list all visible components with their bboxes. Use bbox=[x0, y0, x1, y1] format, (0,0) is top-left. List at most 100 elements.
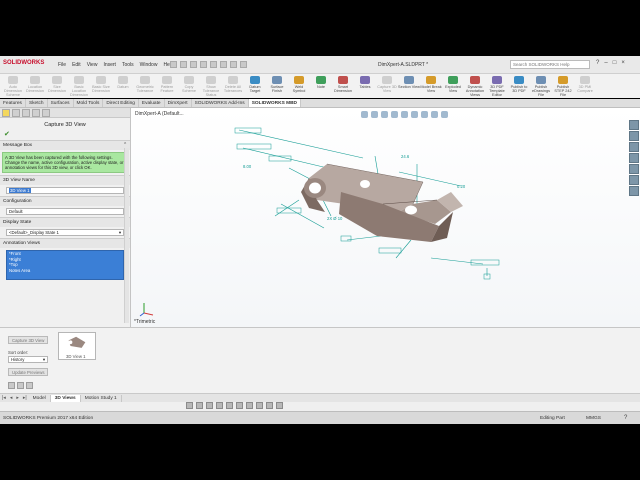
help-icon[interactable]: ? bbox=[596, 60, 599, 66]
file-explorer-icon[interactable] bbox=[629, 142, 639, 152]
view-orientation-icon[interactable] bbox=[401, 111, 408, 118]
refresh-icon[interactable] bbox=[26, 382, 33, 389]
display-style-icon[interactable] bbox=[411, 111, 418, 118]
property-manager-tab-icon[interactable] bbox=[12, 109, 20, 117]
publish-step-button[interactable]: Publish STEP 242 File bbox=[552, 74, 574, 98]
view-icon-6[interactable] bbox=[236, 402, 243, 409]
last-tab-icon[interactable]: ▸| bbox=[21, 395, 29, 401]
forum-icon[interactable] bbox=[629, 186, 639, 196]
datum-button[interactable]: Datum bbox=[112, 74, 134, 98]
view-icon-1[interactable] bbox=[186, 402, 193, 409]
minimize-icon[interactable]: – bbox=[604, 60, 607, 66]
copy-scheme-button[interactable]: Copy Scheme bbox=[178, 74, 200, 98]
unit-system[interactable]: MMGS bbox=[586, 416, 601, 421]
capture-3d-view-button[interactable]: Capture 3D View bbox=[376, 74, 398, 98]
configuration-field[interactable]: Default bbox=[6, 208, 124, 215]
save-icon[interactable] bbox=[190, 61, 197, 68]
view-icon-8[interactable] bbox=[256, 402, 263, 409]
configuration-manager-tab-icon[interactable] bbox=[22, 109, 30, 117]
pattern-feature-button[interactable]: Pattern Feature bbox=[156, 74, 178, 98]
view-icon-7[interactable] bbox=[246, 402, 253, 409]
view-icon-4[interactable] bbox=[216, 402, 223, 409]
scene-icon[interactable] bbox=[441, 111, 448, 118]
first-tab-icon[interactable]: |◂ bbox=[0, 395, 8, 401]
tab-direct-editing[interactable]: Direct Editing bbox=[103, 99, 139, 107]
smart-dimension-button[interactable]: Smart Dimension bbox=[332, 74, 354, 98]
surface-finish-button[interactable]: Surface Finish bbox=[266, 74, 288, 98]
pdf-template-button[interactable]: 3D PDF Template Editor bbox=[486, 74, 508, 98]
view-icon-9[interactable] bbox=[266, 402, 273, 409]
tab-mold-tools[interactable]: Mold Tools bbox=[74, 99, 104, 107]
view-icon-2[interactable] bbox=[196, 402, 203, 409]
auto-dimension-button[interactable]: Auto Dimension Scheme bbox=[2, 74, 24, 98]
basic-size-button[interactable]: Basic Size Dimension bbox=[90, 74, 112, 98]
tab-surfaces[interactable]: Surfaces bbox=[48, 99, 74, 107]
options-icon[interactable] bbox=[240, 61, 247, 68]
display-manager-tab-icon[interactable] bbox=[42, 109, 50, 117]
tables-button[interactable]: Tables bbox=[354, 74, 376, 98]
view-icon-5[interactable] bbox=[226, 402, 233, 409]
note-button[interactable]: Note bbox=[310, 74, 332, 98]
dynamic-annotation-button[interactable]: Dynamic Annotation Views bbox=[464, 74, 486, 98]
view-palette-icon[interactable] bbox=[629, 153, 639, 163]
annotation-views-list[interactable]: *Front *Right *Top Notes Area bbox=[6, 250, 124, 280]
tab-features[interactable]: Features bbox=[0, 99, 26, 107]
zoom-area-icon[interactable] bbox=[371, 111, 378, 118]
menu-file[interactable]: File bbox=[58, 62, 66, 68]
ok-button[interactable]: ✔ bbox=[0, 130, 130, 140]
menu-view[interactable]: View bbox=[87, 62, 98, 68]
capture-3d-view-button[interactable]: Capture 3D View bbox=[8, 336, 49, 344]
menu-tools[interactable]: Tools bbox=[122, 62, 134, 68]
status-help-icon[interactable]: ? bbox=[624, 415, 627, 421]
tolerance-status-button[interactable]: Show Tolerance Status bbox=[200, 74, 222, 98]
delete-tolerances-button[interactable]: Delete All Tolerances bbox=[222, 74, 244, 98]
panel-scrollbar[interactable] bbox=[124, 148, 129, 323]
zoom-to-fit-icon[interactable] bbox=[361, 111, 368, 118]
model-break-view-button[interactable]: Model Break View bbox=[420, 74, 442, 98]
undo-icon[interactable] bbox=[210, 61, 217, 68]
tab-solidworks-add-ins[interactable]: SOLIDWORKS Add-Ins bbox=[192, 99, 249, 107]
close-icon[interactable]: × bbox=[621, 60, 625, 66]
select-icon[interactable] bbox=[220, 61, 227, 68]
dimxpert-manager-tab-icon[interactable] bbox=[32, 109, 40, 117]
tab-dimxpert[interactable]: DimXpert bbox=[165, 99, 192, 107]
tab-3d-views[interactable]: 3D Views bbox=[50, 394, 81, 402]
custom-properties-icon[interactable] bbox=[629, 175, 639, 185]
weld-symbol-button[interactable]: Weld Symbol bbox=[288, 74, 310, 98]
sort-order-select[interactable]: History ▾ bbox=[8, 356, 48, 363]
view-icon-10[interactable] bbox=[276, 402, 283, 409]
new-file-icon[interactable] bbox=[170, 61, 177, 68]
menu-window[interactable]: Window bbox=[140, 62, 158, 68]
tab-sketch[interactable]: Sketch bbox=[26, 99, 48, 107]
hide-show-icon[interactable] bbox=[421, 111, 428, 118]
annotation-view-item[interactable]: Notes Area bbox=[7, 268, 123, 274]
exploded-view-button[interactable]: Exploded View bbox=[442, 74, 464, 98]
publish-edrawings-button[interactable]: Publish eDrawings File bbox=[530, 74, 552, 98]
basic-location-button[interactable]: Basic Location Dimension bbox=[68, 74, 90, 98]
view-name-input[interactable]: 3D View 1 bbox=[6, 187, 124, 194]
help-search-input[interactable]: Search SOLIDWORKS Help bbox=[510, 60, 590, 69]
location-dimension-button[interactable]: Location Dimension bbox=[24, 74, 46, 98]
menu-insert[interactable]: Insert bbox=[103, 62, 116, 68]
pmi-compare-button[interactable]: 3D PMI Compare bbox=[574, 74, 596, 98]
size-dimension-button[interactable]: Size Dimension bbox=[46, 74, 68, 98]
solidworks-resources-icon[interactable] bbox=[629, 120, 639, 130]
datum-target-button[interactable]: Datum Target bbox=[244, 74, 266, 98]
appearance-icon[interactable] bbox=[431, 111, 438, 118]
display-state-select[interactable]: <Default>_Display State 1 ▾ bbox=[6, 229, 124, 236]
geometric-tolerance-button[interactable]: Geometric Tolerance bbox=[134, 74, 156, 98]
print-icon[interactable] bbox=[200, 61, 207, 68]
appearances-icon[interactable] bbox=[629, 164, 639, 174]
tab-solidworks-mbd[interactable]: SOLIDWORKS MBD bbox=[248, 99, 302, 107]
tag-icon[interactable] bbox=[17, 382, 24, 389]
menu-edit[interactable]: Edit bbox=[72, 62, 81, 68]
previous-view-icon[interactable] bbox=[381, 111, 388, 118]
open-file-icon[interactable] bbox=[180, 61, 187, 68]
graphics-area[interactable]: 24.6 8.00 0.20 2X Ø 10 DimXpert-A (Defau… bbox=[131, 108, 640, 327]
section-view-icon[interactable] bbox=[391, 111, 398, 118]
tab-model[interactable]: Model bbox=[29, 394, 51, 402]
feature-tree-flyout[interactable]: DimXpert-A (Default... bbox=[135, 111, 184, 117]
publish-3d-pdf-button[interactable]: Publish to 3D PDF bbox=[508, 74, 530, 98]
tab-motion-study-1[interactable]: Motion Study 1 bbox=[81, 394, 122, 402]
filter-icon[interactable] bbox=[8, 382, 15, 389]
